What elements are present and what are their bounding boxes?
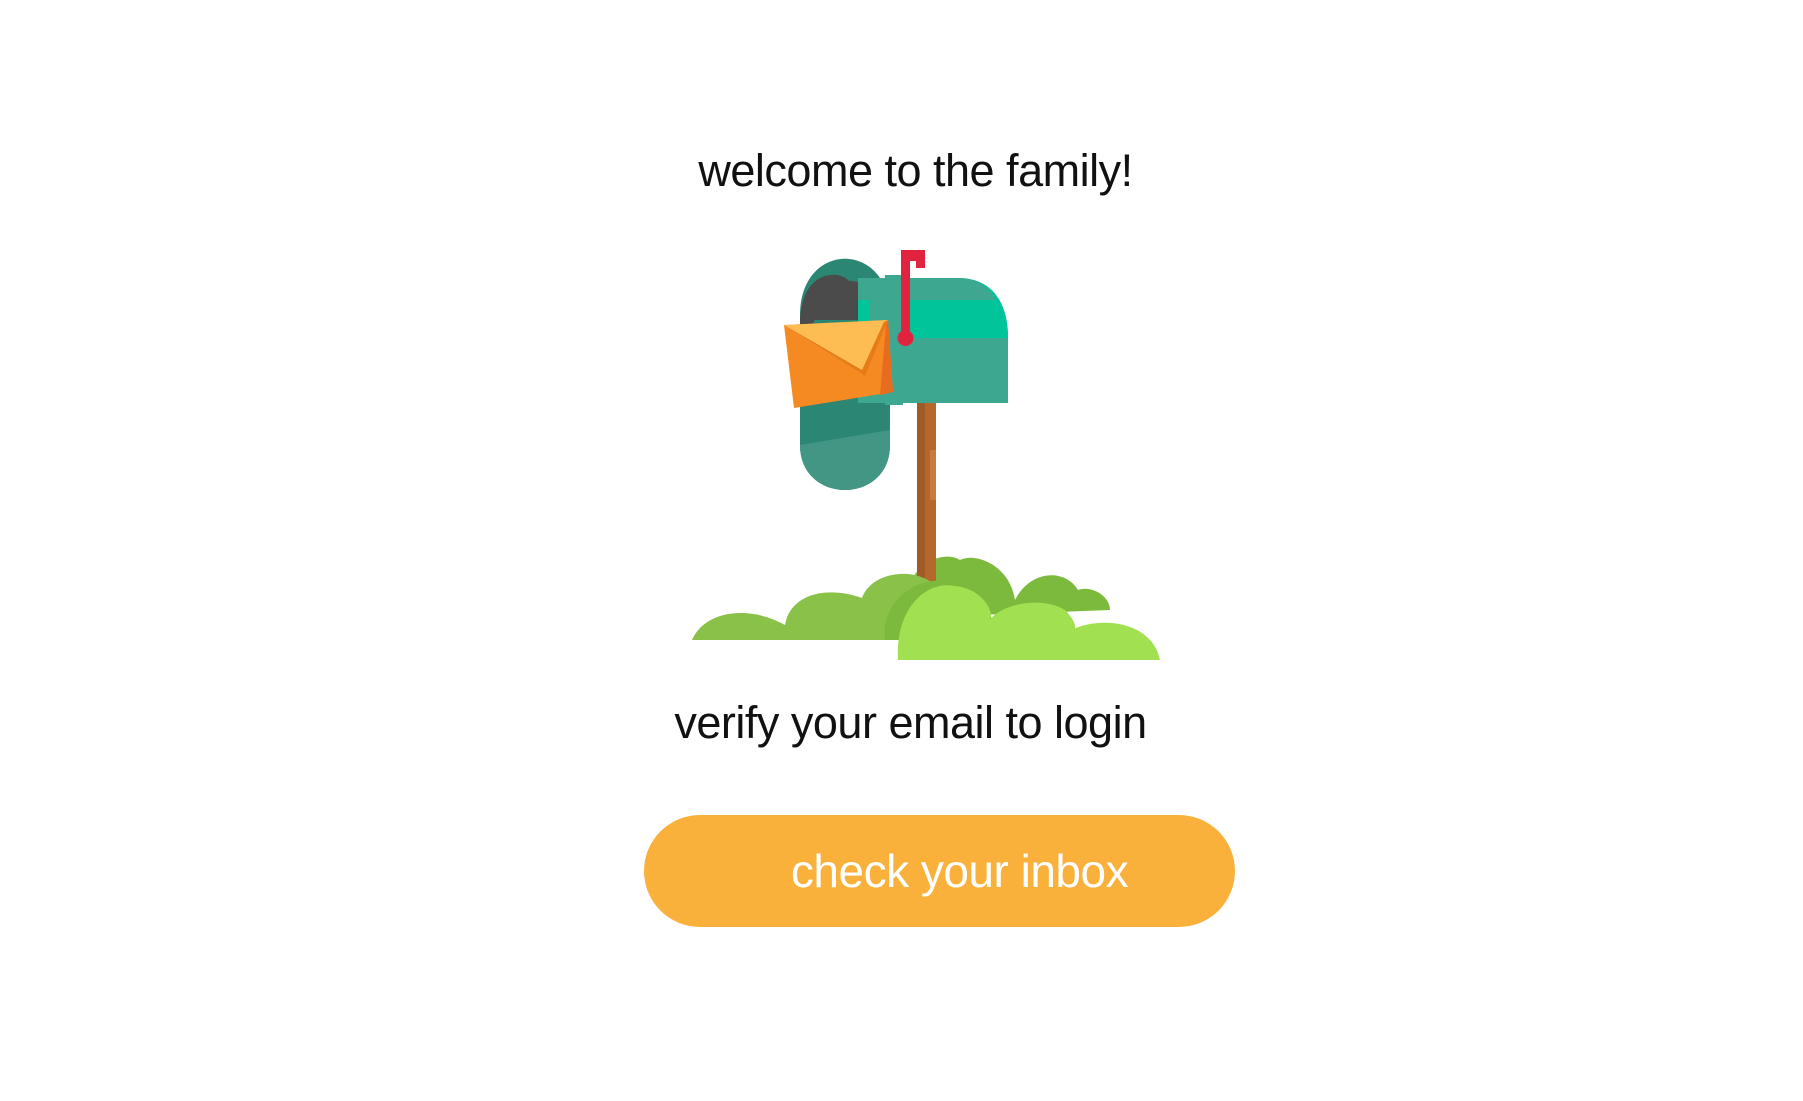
back-bushes xyxy=(900,556,1110,618)
mailbox-body xyxy=(858,275,1008,405)
welcome-title: welcome to the family! xyxy=(698,145,1133,196)
verify-email-message: verify your email to login xyxy=(674,697,1147,748)
front-bushes xyxy=(692,573,1160,660)
envelope-icon xyxy=(784,320,893,408)
mailbox-flag xyxy=(897,250,925,346)
check-inbox-button[interactable]: check your inbox xyxy=(644,815,1235,927)
check-inbox-button-label: check your inbox xyxy=(790,845,1129,897)
mailbox-door xyxy=(800,258,890,490)
mailbox-post xyxy=(917,395,936,595)
verify-email-screen: welcome to the family! verify your email… xyxy=(0,0,1803,1101)
